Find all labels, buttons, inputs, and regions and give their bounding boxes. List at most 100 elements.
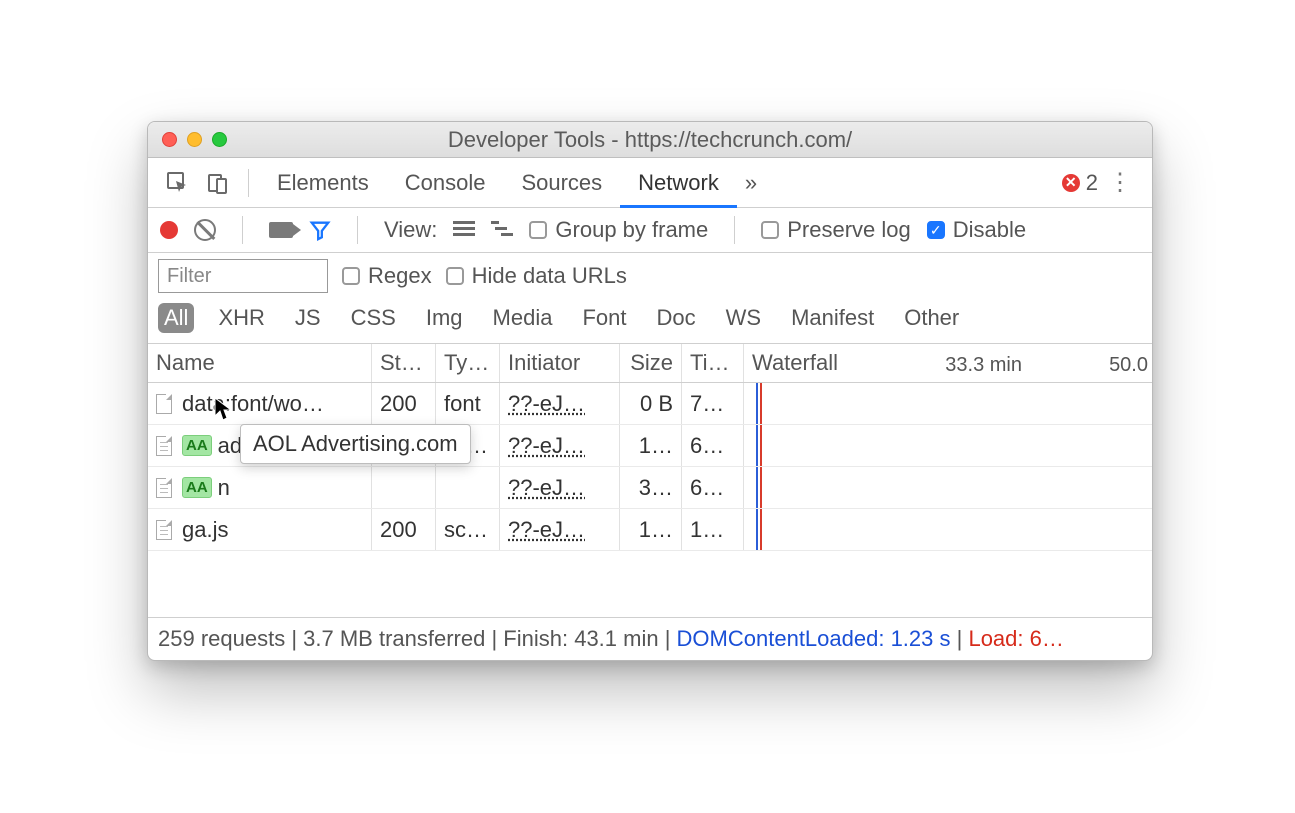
col-status[interactable]: St…	[372, 344, 436, 382]
cell-type: font	[436, 383, 500, 424]
tab-label: Elements	[277, 170, 369, 196]
type-filter-font[interactable]: Font	[576, 303, 632, 333]
separator	[357, 216, 358, 244]
type-filter-doc[interactable]: Doc	[650, 303, 701, 333]
waterfall-tick: 50.0	[1109, 354, 1148, 377]
network-toolbar: View: Group by frame Preserve log ✓ Disa…	[148, 208, 1152, 253]
status-bar: 259 requests | 3.7 MB transferred | Fini…	[148, 617, 1152, 660]
status-load: Load: 6…	[968, 626, 1063, 651]
separator	[242, 216, 243, 244]
tabs-overflow-button[interactable]: »	[737, 158, 765, 208]
table-row[interactable]: AA n ??-eJ… 3… 6…	[148, 467, 1152, 509]
view-label: View:	[384, 217, 437, 243]
error-count-badge[interactable]: ✕ 2	[1062, 170, 1098, 196]
tab-console[interactable]: Console	[387, 158, 504, 208]
checkbox-label: Regex	[368, 263, 432, 289]
error-count: 2	[1086, 170, 1098, 196]
cell-size: 0 B	[620, 383, 682, 424]
request-type-filters: All XHR JS CSS Img Media Font Doc WS Man…	[148, 299, 1152, 344]
type-filter-all[interactable]: All	[158, 303, 194, 333]
window-title: Developer Tools - https://techcrunch.com…	[148, 127, 1152, 153]
inspect-element-icon[interactable]	[158, 165, 198, 201]
disable-cache-checkbox[interactable]: ✓ Disable	[927, 217, 1026, 243]
request-name: ga.js	[182, 517, 228, 543]
ad-badge: AA	[182, 477, 212, 498]
devtools-window: Developer Tools - https://techcrunch.com…	[147, 121, 1153, 661]
request-name: data:font/wo…	[182, 391, 324, 417]
type-filter-css[interactable]: CSS	[345, 303, 402, 333]
status-transferred: 3.7 MB transferred	[303, 626, 485, 651]
type-filter-media[interactable]: Media	[487, 303, 559, 333]
request-name: n	[218, 475, 230, 501]
type-filter-js[interactable]: JS	[289, 303, 327, 333]
record-button[interactable]	[160, 221, 178, 239]
col-time[interactable]: Ti…	[682, 344, 744, 382]
separator	[734, 216, 735, 244]
waterfall-tick: 33.3 min	[945, 354, 1022, 377]
group-by-frame-checkbox[interactable]: Group by frame	[529, 217, 708, 243]
ad-badge: AA	[182, 435, 212, 456]
col-waterfall[interactable]: Waterfall 33.3 min 50.0	[744, 344, 1152, 382]
table-header: Name St… Ty… Initiator Size Ti… Waterfal…	[148, 344, 1152, 383]
checkbox-icon: ✓	[927, 221, 945, 239]
cell-type	[436, 467, 500, 508]
cell-size: 1…	[620, 509, 682, 550]
cell-waterfall	[744, 425, 1152, 466]
large-rows-toggle[interactable]	[453, 221, 475, 239]
col-type[interactable]: Ty…	[436, 344, 500, 382]
device-toolbar-icon[interactable]	[198, 165, 238, 201]
filter-input[interactable]	[158, 259, 328, 293]
checkbox-label: Group by frame	[555, 217, 708, 243]
col-initiator[interactable]: Initiator	[500, 344, 620, 382]
cell-waterfall	[744, 467, 1152, 508]
script-file-icon	[156, 436, 172, 456]
panel-tabs: Elements Console Sources Network » ✕ 2 ⋮	[148, 158, 1152, 208]
overview-toggle[interactable]	[491, 221, 513, 239]
cell-size: 3…	[620, 467, 682, 508]
tab-sources[interactable]: Sources	[503, 158, 620, 208]
file-icon	[156, 394, 172, 414]
filter-row: Regex Hide data URLs	[148, 253, 1152, 299]
script-file-icon	[156, 520, 172, 540]
separator	[248, 169, 249, 197]
more-menu-button[interactable]: ⋮	[1098, 168, 1142, 197]
status-dcl: DOMContentLoaded: 1.23 s	[677, 626, 951, 651]
script-file-icon	[156, 478, 172, 498]
cell-time: 6…	[682, 467, 744, 508]
tab-network[interactable]: Network	[620, 158, 737, 208]
chevron-right-icon: »	[745, 170, 757, 196]
checkbox-label: Hide data URLs	[472, 263, 627, 289]
preserve-log-checkbox[interactable]: Preserve log	[761, 217, 911, 243]
cell-waterfall	[744, 383, 1152, 424]
cell-time: 1…	[682, 509, 744, 550]
checkbox-icon	[761, 221, 779, 239]
cell-initiator[interactable]: ??-eJ…	[508, 391, 585, 417]
type-filter-xhr[interactable]: XHR	[212, 303, 270, 333]
cell-initiator[interactable]: ??-eJ…	[508, 433, 585, 459]
col-size[interactable]: Size	[620, 344, 682, 382]
table-row[interactable]: ga.js 200 sc… ??-eJ… 1… 1…	[148, 509, 1152, 551]
cell-status	[372, 467, 436, 508]
checkbox-label: Disable	[953, 217, 1026, 243]
regex-checkbox[interactable]: Regex	[342, 263, 432, 289]
tab-label: Network	[638, 170, 719, 196]
cell-status: 200	[372, 509, 436, 550]
screenshot-capture-icon[interactable]	[269, 222, 293, 238]
type-filter-ws[interactable]: WS	[720, 303, 767, 333]
checkbox-icon	[446, 267, 464, 285]
type-filter-other[interactable]: Other	[898, 303, 965, 333]
type-filter-img[interactable]: Img	[420, 303, 469, 333]
type-filter-manifest[interactable]: Manifest	[785, 303, 880, 333]
hide-data-urls-checkbox[interactable]: Hide data URLs	[446, 263, 627, 289]
cell-initiator[interactable]: ??-eJ…	[508, 475, 585, 501]
status-finish: Finish: 43.1 min	[503, 626, 658, 651]
clear-button[interactable]	[194, 219, 216, 241]
filter-toggle-icon[interactable]	[309, 219, 331, 241]
cell-initiator[interactable]: ??-eJ…	[508, 517, 585, 543]
col-name[interactable]: Name	[148, 344, 372, 382]
tab-elements[interactable]: Elements	[259, 158, 387, 208]
table-body: data:font/wo… 200 font ??-eJ… 0 B 7… AAa…	[148, 383, 1152, 551]
table-row[interactable]: data:font/wo… 200 font ??-eJ… 0 B 7…	[148, 383, 1152, 425]
status-requests: 259 requests	[158, 626, 285, 651]
cell-type: sc…	[436, 509, 500, 550]
